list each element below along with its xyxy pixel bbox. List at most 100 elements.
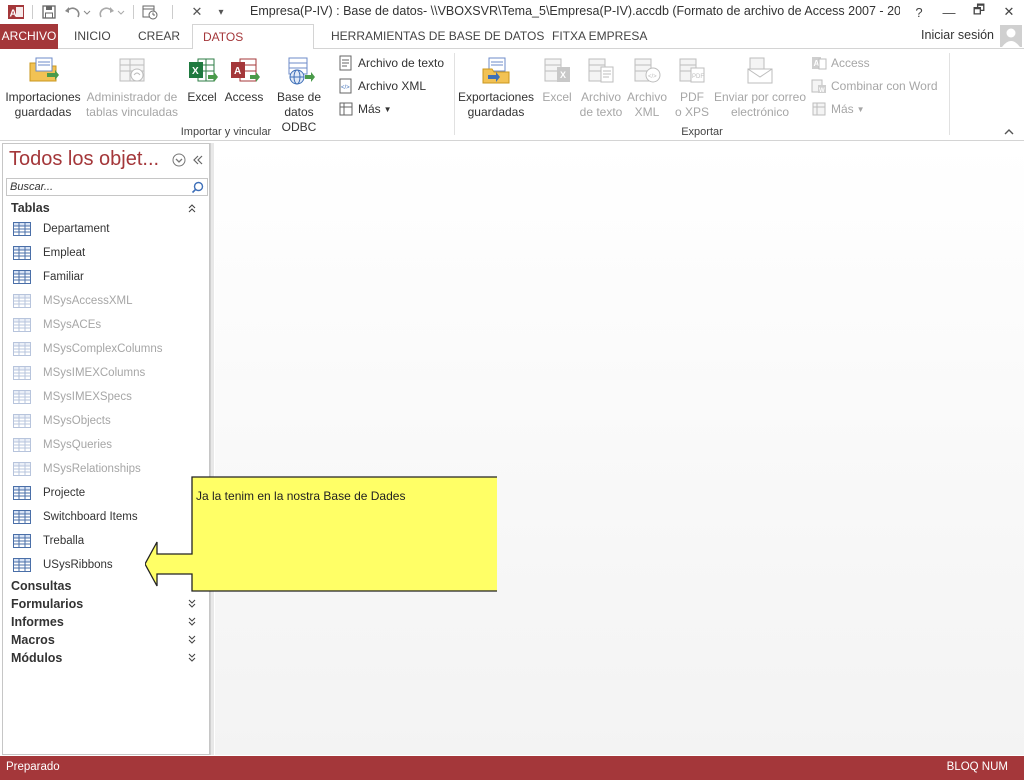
export-access-label: Access: [831, 56, 870, 70]
saved-imports-button[interactable]: Importaciones guardadas: [4, 55, 82, 120]
nav-group-label: Tablas: [11, 201, 50, 215]
nav-table-item[interactable]: MSysAccessXML: [13, 290, 203, 312]
nav-group-modules[interactable]: Módulos: [11, 649, 201, 667]
qat-separator: [133, 5, 134, 19]
table-icon: [13, 390, 31, 404]
help-icon[interactable]: ?: [904, 0, 934, 24]
restore-icon[interactable]: 🗗: [964, 0, 994, 24]
nav-table-item[interactable]: Familiar: [13, 266, 203, 288]
xml-file-icon: </>: [338, 78, 354, 94]
nav-group-label: Formularios: [11, 597, 84, 611]
nav-group-forms[interactable]: Formularios: [11, 595, 201, 613]
export-text-file-button[interactable]: Archivo de texto: [578, 55, 624, 120]
nav-table-item[interactable]: MSysObjects: [13, 410, 203, 432]
tab-archivo[interactable]: ARCHIVO: [0, 24, 58, 49]
access-app-icon[interactable]: A: [6, 2, 26, 22]
nav-table-item[interactable]: MSysACEs: [13, 314, 203, 336]
export-xml-file-label: Archivo XML: [626, 90, 667, 119]
excel-icon: X: [541, 55, 573, 87]
title-bar: A ✕ ▾ Empresa(P-IV) : Base de datos- \\V…: [0, 0, 1024, 24]
nav-table-item[interactable]: Departament: [13, 218, 203, 240]
text-file-icon: [338, 55, 354, 71]
qat-close-icon[interactable]: ✕: [185, 2, 209, 22]
nav-table-label: Switchboard Items: [43, 511, 138, 523]
word-icon: W: [811, 78, 827, 94]
tab-datos-externos[interactable]: DATOS EXTERNOS: [192, 24, 314, 68]
group-label-export: Exportar: [681, 126, 723, 138]
tab-herramientas[interactable]: HERRAMIENTAS DE BASE DE DATOS: [321, 24, 554, 49]
import-access-button[interactable]: A Access: [224, 55, 264, 105]
export-email-button[interactable]: Enviar por correo electrónico: [712, 55, 808, 120]
customize-qat-icon[interactable]: [140, 2, 160, 22]
status-num-lock: BLOQ NUM: [946, 761, 1008, 773]
redo-icon[interactable]: [95, 2, 127, 22]
svg-text:X: X: [192, 66, 199, 77]
nav-table-item[interactable]: MSysIMEXColumns: [13, 362, 203, 384]
navigation-pane: Todos los objet... Tablas Departament Emp…: [2, 143, 210, 755]
svg-text:W: W: [819, 88, 825, 94]
nav-menu-dropdown-icon[interactable]: [171, 152, 187, 168]
save-icon[interactable]: [39, 2, 59, 22]
window-title: Empresa(P-IV) : Base de datos- \\VBOXSVR…: [250, 4, 900, 18]
excel-icon: X: [186, 55, 218, 87]
nav-table-label: Empleat: [43, 247, 86, 259]
import-xml-file-button[interactable]: </> Archivo XML: [338, 76, 426, 96]
import-more-button[interactable]: Más ▼: [338, 99, 392, 119]
import-excel-button[interactable]: X Excel: [183, 55, 221, 105]
collapse-ribbon-icon[interactable]: [1004, 127, 1014, 139]
undo-icon[interactable]: [61, 2, 93, 22]
svg-text:</>: </>: [341, 85, 350, 91]
chevron-down-icon: ▼: [856, 104, 865, 114]
chevron-down-icon[interactable]: [185, 651, 199, 665]
export-access-button[interactable]: A Access: [811, 53, 870, 73]
nav-table-label: Treballa: [43, 535, 85, 547]
signin-link[interactable]: Iniciar sesión: [921, 28, 994, 42]
ribbon-body: Importaciones guardadas Administrador de…: [0, 49, 1024, 141]
close-icon[interactable]: ✕: [994, 0, 1024, 24]
import-text-file-button[interactable]: Archivo de texto: [338, 53, 444, 73]
nav-table-item[interactable]: MSysQueries: [13, 434, 203, 456]
export-excel-button[interactable]: X Excel: [538, 55, 576, 105]
search-input[interactable]: [7, 179, 187, 195]
nav-pane-splitter[interactable]: [210, 143, 214, 755]
chevron-down-icon[interactable]: [185, 597, 199, 611]
workspace-area: [215, 143, 1024, 755]
tab-inicio[interactable]: INICIO: [64, 24, 121, 49]
nav-table-label: Familiar: [43, 271, 84, 283]
table-icon: [13, 246, 31, 260]
export-xml-file-button[interactable]: </> Archivo XML: [625, 55, 669, 120]
window-controls: ? — 🗗 ✕: [904, 0, 1024, 24]
export-more-button[interactable]: Más ▼: [811, 99, 865, 119]
import-odbc-button[interactable]: Base de datos ODBC: [266, 55, 332, 135]
word-merge-button[interactable]: W Combinar con Word: [811, 76, 938, 96]
minimize-icon[interactable]: —: [934, 0, 964, 24]
nav-table-item[interactable]: MSysComplexColumns: [13, 338, 203, 360]
collapse-nav-icon[interactable]: [190, 152, 206, 168]
tab-fitxa-empresa[interactable]: FITXA EMPRESA: [542, 24, 657, 49]
search-icon[interactable]: [188, 179, 206, 195]
status-bar: Preparado BLOQ NUM: [0, 756, 1024, 780]
chevron-up-icon[interactable]: [185, 201, 199, 215]
nav-group-reports[interactable]: Informes: [11, 613, 201, 631]
email-icon: [744, 55, 776, 87]
nav-table-item[interactable]: Empleat: [13, 242, 203, 264]
linked-table-manager-icon: [116, 55, 148, 87]
tab-crear[interactable]: CREAR: [128, 24, 190, 49]
saved-exports-button[interactable]: Exportaciones guardadas: [457, 55, 535, 120]
odbc-database-icon: [283, 55, 315, 87]
nav-table-item[interactable]: MSysIMEXSpecs: [13, 386, 203, 408]
qat-more-icon[interactable]: ▾: [211, 2, 231, 22]
nav-group-macros[interactable]: Macros: [11, 631, 201, 649]
export-pdf-button[interactable]: PDF PDF o XPS: [672, 55, 712, 120]
linked-table-manager-button[interactable]: Administrador de tablas vinculadas: [84, 55, 180, 120]
table-icon: [13, 342, 31, 356]
nav-search-box: [6, 178, 208, 196]
access-window: A ✕ ▾ Empresa(P-IV) : Base de datos- \\V…: [0, 0, 1024, 780]
svg-text:</>: </>: [648, 74, 657, 80]
avatar[interactable]: [1000, 25, 1022, 47]
chevron-down-icon[interactable]: [185, 615, 199, 629]
chevron-down-icon[interactable]: [185, 633, 199, 647]
nav-group-tables[interactable]: Tablas: [11, 199, 201, 217]
nav-pane-title[interactable]: Todos los objet...: [9, 148, 159, 171]
access-icon: A: [228, 55, 260, 87]
